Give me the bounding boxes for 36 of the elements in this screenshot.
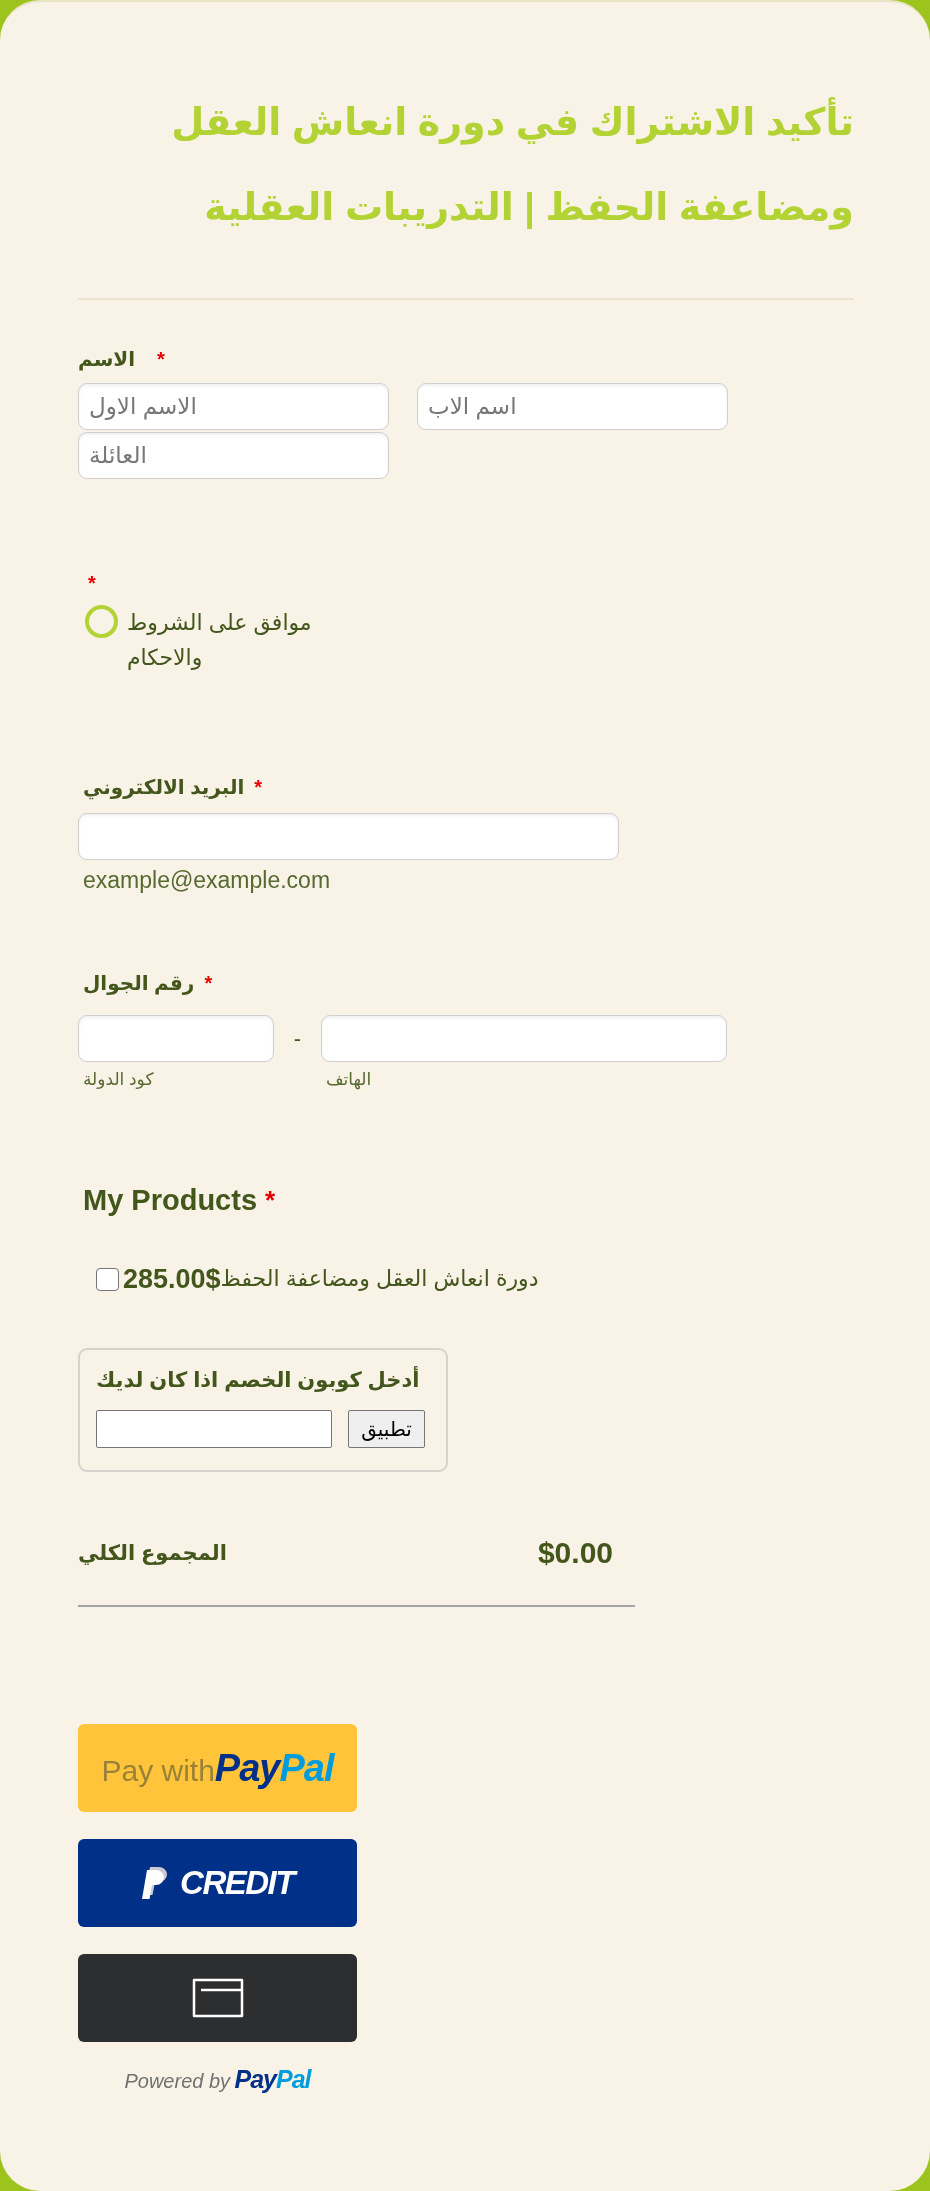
required-mark: * (204, 971, 213, 995)
powered-by-note: Powered by PayPal (123, 2066, 313, 2095)
field-hint: الهاتف (325, 1070, 373, 1090)
field-hint: example@example.com (82, 867, 332, 893)
product-checkbox[interactable] (96, 1267, 119, 1291)
email-input[interactable] (78, 813, 619, 860)
coupon-title: أدخل كوبون الخصم اذا كان لديك (96, 1366, 421, 1394)
coupon-input[interactable] (96, 1410, 332, 1448)
field-label: البريد الالكتروني (83, 775, 245, 799)
terms-label: موافق على الشروط والاحكام (127, 609, 313, 672)
terms-radio[interactable] (85, 605, 118, 638)
apply-button[interactable]: تطبيق (348, 1410, 425, 1448)
paypal-button[interactable]: Pay withPayPal (78, 1724, 357, 1812)
card-icon (191, 1978, 244, 2018)
field-label: الاسم (78, 347, 136, 371)
total-label: المجموع الكلي (78, 1540, 227, 1567)
product-name: دورة انعاش العقل ومضاعفة الحفظ (220, 1265, 539, 1293)
field-hint: كود الدولة (82, 1070, 155, 1090)
products-heading: My Products (83, 1183, 258, 1218)
name-input[interactable]: اسم الاب (417, 383, 728, 430)
card-button[interactable] (78, 1954, 357, 2042)
name-input[interactable]: الاسم الاول (78, 383, 389, 430)
required-mark: * (265, 1184, 276, 1217)
required-mark: * (88, 572, 96, 594)
name-input[interactable]: العائلة (78, 432, 389, 479)
separator-dash: - (293, 1026, 302, 1051)
field-label: رقم الجوال (83, 971, 195, 995)
required-mark: * (157, 347, 165, 371)
product-price: 285.00$ (123, 1263, 221, 1296)
credit-button[interactable]: CREDIT (78, 1839, 357, 1927)
monogram-icon (141, 1866, 169, 1900)
form-title: تأكيد الاشتراك في دورة انعاش العقل ومضاعفة الحفظ | التدريبات العقلية (154, 80, 854, 250)
phone-input[interactable] (321, 1015, 727, 1062)
total-amount: $0.00 (537, 1535, 613, 1571)
country-code-input[interactable] (78, 1015, 274, 1062)
required-mark: * (254, 775, 263, 799)
